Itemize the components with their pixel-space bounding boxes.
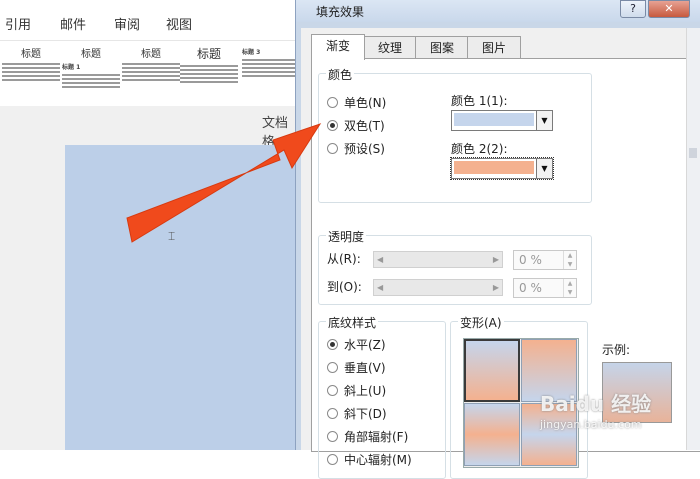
- radio-one-color[interactable]: 单色(N): [327, 94, 386, 111]
- tab-review[interactable]: 审阅: [114, 14, 140, 33]
- tab-mailings[interactable]: 邮件: [60, 14, 86, 33]
- radio-label: 水平(Z): [344, 338, 386, 352]
- transparency-from-label: 从(R):: [327, 252, 361, 266]
- radio-horizontal[interactable]: 水平(Z): [327, 336, 386, 353]
- watermark-logo: Baidu 经验: [540, 392, 652, 416]
- shading-styles-group: 底纹样式 水平(Z) 垂直(V) 斜上(U) 斜下(D) 角部辐射(F) 中心辐…: [318, 314, 446, 479]
- color2-swatch: [454, 161, 534, 174]
- colors-group-label: 颜色: [326, 66, 355, 83]
- radio-circle: [327, 97, 338, 108]
- radio-diagonal-down[interactable]: 斜下(D): [327, 405, 387, 422]
- help-button[interactable]: ?: [620, 0, 646, 18]
- style-card-heading: 标题: [141, 49, 161, 60]
- radio-label: 单色(N): [344, 96, 387, 110]
- dropdown-arrow-icon[interactable]: ▼: [536, 111, 552, 130]
- color1-label: 颜色 1(1):: [451, 94, 508, 108]
- style-card[interactable]: 标题 标题 1: [62, 45, 120, 103]
- radio-label: 斜下(D): [344, 407, 387, 421]
- radio-from-center[interactable]: 中心辐射(M): [327, 451, 412, 468]
- variants-label: 变形(A): [458, 314, 504, 331]
- style-card-preview: [62, 74, 120, 88]
- scrollbar-thumb[interactable]: [689, 148, 697, 158]
- spinner-arrows-icon[interactable]: ▲ ▼: [563, 251, 576, 269]
- radio-circle: [327, 362, 338, 373]
- tab-picture[interactable]: 图片: [467, 36, 521, 59]
- tab-texture[interactable]: 纹理: [363, 36, 417, 59]
- radio-label: 中心辐射(M): [344, 453, 412, 467]
- style-card[interactable]: 标题 3: [242, 45, 296, 103]
- tab-pattern[interactable]: 图案: [415, 36, 469, 59]
- tab-references[interactable]: 引用: [5, 14, 31, 33]
- tab-view[interactable]: 视图: [166, 14, 192, 33]
- transparency-from-slider[interactable]: ◀ ▶: [373, 251, 503, 268]
- radio-diagonal-up[interactable]: 斜上(U): [327, 382, 386, 399]
- transparency-group-label: 透明度: [326, 228, 367, 245]
- sample-label: 示例:: [602, 343, 631, 357]
- slider-right-icon: ▶: [492, 283, 499, 292]
- style-card[interactable]: 标题: [122, 45, 180, 103]
- watermark-url: jingyan.baidu.com: [540, 418, 642, 431]
- ribbon-tab-bar: 引用 邮件 审阅 视图: [0, 0, 300, 40]
- radio-circle-selected: [327, 339, 338, 350]
- shading-styles-label: 底纹样式: [326, 314, 379, 331]
- radio-circle: [327, 143, 338, 154]
- color1-swatch: [454, 113, 534, 126]
- radio-label: 双色(T): [344, 119, 385, 133]
- dialog-titlebar[interactable]: 填充效果 ? ✕: [296, 0, 700, 22]
- style-card[interactable]: 标题: [2, 45, 60, 103]
- radio-circle: [327, 385, 338, 396]
- radio-from-corner[interactable]: 角部辐射(F): [327, 428, 408, 445]
- style-card-heading: 标题: [21, 49, 41, 60]
- radio-label: 斜上(U): [344, 384, 387, 398]
- spinner-value: 0 %: [519, 253, 542, 267]
- text-cursor-icon: ⌶: [168, 229, 176, 243]
- spinner-arrows-icon[interactable]: ▲ ▼: [563, 279, 576, 297]
- radio-circle-selected: [327, 120, 338, 131]
- radio-label: 垂直(V): [344, 361, 386, 375]
- colors-group: 颜色 单色(N) 双色(T) 预设(S) 颜色 1(1): ▼ 颜色 2(2):: [318, 66, 592, 203]
- radio-vertical[interactable]: 垂直(V): [327, 359, 386, 376]
- color2-dropdown[interactable]: ▼: [450, 157, 554, 180]
- transparency-group: 透明度 从(R): ◀ ▶ 0 % ▲ ▼ 到(O): ◀ ▶ 0 % ▲ ▼: [318, 228, 592, 305]
- transparency-from-spinner[interactable]: 0 % ▲ ▼: [513, 250, 577, 270]
- style-card-preview: [122, 63, 180, 81]
- style-card[interactable]: 标题: [180, 45, 238, 103]
- style-card-preview: [2, 63, 60, 81]
- style-card-heading: 标题: [196, 47, 221, 61]
- variant-1[interactable]: [464, 339, 520, 402]
- slider-right-icon: ▶: [492, 255, 499, 264]
- style-card-preview: [242, 59, 296, 77]
- dropdown-arrow-icon[interactable]: ▼: [536, 159, 552, 178]
- color2-label: 颜色 2(2):: [451, 142, 508, 156]
- spinner-value: 0 %: [519, 281, 542, 295]
- radio-circle: [327, 431, 338, 442]
- style-card-subheading: 标题 3: [242, 49, 261, 56]
- radio-circle: [327, 408, 338, 419]
- dialog-scrollbar[interactable]: [686, 28, 700, 450]
- transparency-to-slider[interactable]: ◀ ▶: [373, 279, 503, 296]
- style-gallery: 标题 标题 标题 1 标题 标题 标题 3: [0, 40, 300, 107]
- radio-preset[interactable]: 预设(S): [327, 140, 385, 157]
- close-button[interactable]: ✕: [648, 0, 690, 18]
- dialog-title: 填充效果: [316, 5, 365, 19]
- style-card-heading: 标题: [81, 49, 101, 60]
- document-page[interactable]: [65, 145, 300, 450]
- word-window: 引用 邮件 审阅 视图 标题 标题 标题 1 标题 标题 标题 3 文档格 ⌶: [0, 0, 300, 450]
- slider-left-icon: ◀: [377, 283, 384, 292]
- tab-gradient[interactable]: 渐变: [311, 34, 365, 60]
- transparency-to-label: 到(O):: [327, 280, 362, 294]
- color1-dropdown[interactable]: ▼: [451, 110, 553, 131]
- fill-effects-dialog: 填充效果 ? ✕ 渐变 纹理 图案 图片 颜色 单色(N) 双色(T) 预设(S…: [295, 0, 700, 479]
- slider-left-icon: ◀: [377, 255, 384, 264]
- radio-label: 角部辐射(F): [344, 430, 409, 444]
- radio-label: 预设(S): [344, 142, 385, 156]
- radio-circle: [327, 454, 338, 465]
- transparency-to-spinner[interactable]: 0 % ▲ ▼: [513, 278, 577, 298]
- variant-3[interactable]: [464, 403, 520, 466]
- style-card-subheading: 标题 1: [62, 64, 81, 71]
- style-card-preview: [180, 65, 238, 83]
- radio-two-colors[interactable]: 双色(T): [327, 117, 385, 134]
